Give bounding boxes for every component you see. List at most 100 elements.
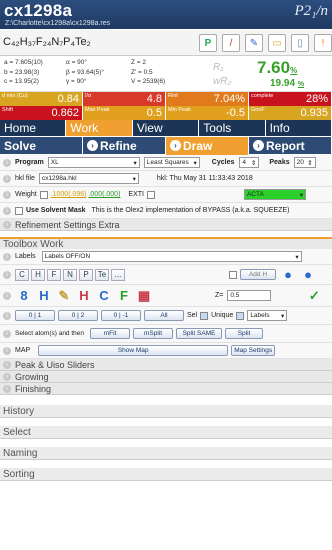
info-icon[interactable]: i	[3, 252, 11, 261]
cell-c: c = 13.95(2)	[4, 78, 39, 85]
wr2-value: 19.94 %	[270, 78, 305, 89]
info-icon[interactable]: i	[3, 158, 11, 167]
cell-zprime: Z' = 0.5	[131, 68, 153, 76]
sel-checkbox[interactable]	[200, 311, 209, 320]
info-icon[interactable]: i	[3, 206, 11, 215]
tab-tools[interactable]: Tools	[199, 120, 266, 136]
element-button[interactable]: F	[47, 268, 61, 281]
part-neg1-button[interactable]: 0 | -1	[101, 310, 141, 321]
select-section[interactable]: Select	[0, 426, 332, 439]
delete-h-icon[interactable]: H	[75, 287, 93, 305]
file-path: Z:\Charlotte\cx1298a\cx1298a.res	[5, 20, 111, 27]
sorting-section[interactable]: Sorting	[0, 468, 332, 481]
stat-label: Max Peak	[85, 107, 110, 113]
formula-bar: C₄₂H₃₇F₂₄N₇P₄Te₂ P / ✎ ▭ ▯ !	[0, 30, 332, 56]
z-input[interactable]: 0.5	[227, 290, 272, 301]
split-button[interactable]: Split	[225, 328, 264, 339]
hkl-label: hkl file	[15, 175, 35, 182]
quality-stats: d min (Cu) 0.84 I/σ 4.8 Rint 7.04% complete 28%…	[0, 92, 332, 120]
sphere-icon[interactable]: ●	[279, 266, 297, 284]
peak-sliders-section[interactable]: › Peak & Uiso Sliders	[0, 359, 332, 371]
part-1-button[interactable]: 0 | 1	[15, 310, 55, 321]
unique-checkbox[interactable]	[236, 311, 245, 320]
part-row: i 0 | 1 0 | 2 0 | -1 All Sel Unique Labe…	[0, 307, 332, 325]
tools-icon[interactable]: ✎	[245, 34, 263, 52]
warning-icon[interactable]: !	[314, 34, 332, 52]
tab-info[interactable]: Info	[266, 120, 332, 136]
hydrogen-icon[interactable]: H	[35, 287, 53, 305]
element-row: i C H F N P Te... Add H ● ●	[0, 265, 332, 285]
info-icon[interactable]: i	[3, 311, 11, 320]
history-section[interactable]: History	[0, 405, 332, 418]
weight-b-link[interactable]: .000(.000)	[88, 191, 120, 198]
part-all-button[interactable]: All	[144, 310, 184, 321]
info-icon[interactable]: i	[3, 329, 11, 338]
element-button[interactable]: C	[15, 268, 29, 281]
ring-icon[interactable]: 8	[15, 287, 33, 305]
acta-select[interactable]: ACTA ▾	[243, 189, 306, 200]
info-icon[interactable]: i	[3, 346, 11, 355]
info-icon[interactable]: i	[3, 174, 11, 183]
rotate-icon[interactable]: C	[95, 287, 113, 305]
part-2-button[interactable]: 0 | 2	[58, 310, 98, 321]
tab-home[interactable]: Home	[0, 120, 67, 136]
hkl-file-select[interactable]: cx1298a.hkl ▾	[38, 173, 139, 184]
stat-cell: complete 28%	[249, 92, 332, 106]
cycles-input[interactable]: 4 ⇕	[239, 157, 260, 168]
wr2-label: wR₂	[213, 76, 232, 87]
folder-icon[interactable]: ▭	[268, 34, 286, 52]
split-same-button[interactable]: Split SAME	[176, 328, 223, 339]
solvent-mask-checkbox[interactable]	[15, 206, 23, 215]
info-icon[interactable]: i	[3, 270, 11, 279]
weight-checkbox[interactable]	[39, 190, 48, 199]
stat-value: -0.5	[226, 107, 245, 119]
subtab-solve[interactable]: Solve	[0, 136, 83, 155]
finishing-section[interactable]: › Finishing	[0, 383, 332, 395]
pen-icon[interactable]: /	[222, 34, 240, 52]
mfit-button[interactable]: mFit	[90, 328, 131, 339]
element-button[interactable]: H	[31, 268, 45, 281]
info-icon[interactable]: i	[3, 190, 11, 199]
flag-icon[interactable]: F	[115, 287, 133, 305]
subtab-report[interactable]: › Report	[249, 136, 332, 155]
msplit-button[interactable]: mSplit	[133, 328, 174, 339]
chevron-icon: ›	[253, 140, 264, 151]
peaks-icon[interactable]: P	[199, 34, 217, 52]
method-select[interactable]: Least Squares ▾	[143, 157, 200, 168]
peaks-input[interactable]: 20 ⇕	[293, 157, 316, 168]
element-button[interactable]: P	[79, 268, 93, 281]
chevron-icon: ›	[170, 140, 181, 151]
show-map-button[interactable]: Show Map	[38, 345, 229, 356]
add-h-button[interactable]: Add H	[240, 269, 276, 280]
weight-a-link[interactable]: .1000(.096)	[51, 191, 87, 198]
brush-icon[interactable]: ✎	[55, 287, 73, 305]
labels-mode-select[interactable]: Labels ▾	[247, 310, 288, 321]
z-label: Z=	[215, 292, 224, 299]
program-select[interactable]: XL ▾	[47, 157, 140, 168]
stat-value: 0.935	[300, 107, 328, 119]
info-icon[interactable]: i	[3, 291, 11, 300]
tab-view[interactable]: View	[133, 120, 200, 136]
r1-value: 7.60%	[257, 58, 298, 77]
naming-section[interactable]: Naming	[0, 447, 332, 460]
tab-work[interactable]: Work	[66, 120, 133, 136]
growing-section[interactable]: › Growing	[0, 371, 332, 383]
molecular-formula: C₄₂H₃₇F₂₄N₇P₄Te₂	[3, 36, 91, 48]
element-button[interactable]: ...	[111, 268, 125, 281]
element-button[interactable]: N	[63, 268, 77, 281]
grid-icon[interactable]: ▦	[135, 287, 153, 305]
chevron-icon: ›	[3, 384, 11, 393]
add-h-checkbox[interactable]	[229, 270, 237, 279]
refinement-extras-section[interactable]: › Refinement Settings Extra	[0, 219, 332, 231]
exti-checkbox[interactable]	[146, 190, 155, 199]
check-icon[interactable]: ✓	[305, 287, 323, 305]
page-icon[interactable]: ▯	[291, 34, 309, 52]
labels-select[interactable]: Labels OFF/ON ▾	[41, 251, 302, 262]
map-settings-button[interactable]: Map Settings	[231, 345, 276, 356]
element-button[interactable]: Te	[95, 268, 109, 281]
sphere-alt-icon[interactable]: ●	[299, 266, 317, 284]
weight-label: Weight	[15, 191, 37, 198]
select-hint: Select atom(s) and then	[15, 330, 85, 337]
subtab-draw[interactable]: › Draw	[166, 136, 249, 155]
subtab-refine[interactable]: › Refine	[83, 136, 166, 155]
